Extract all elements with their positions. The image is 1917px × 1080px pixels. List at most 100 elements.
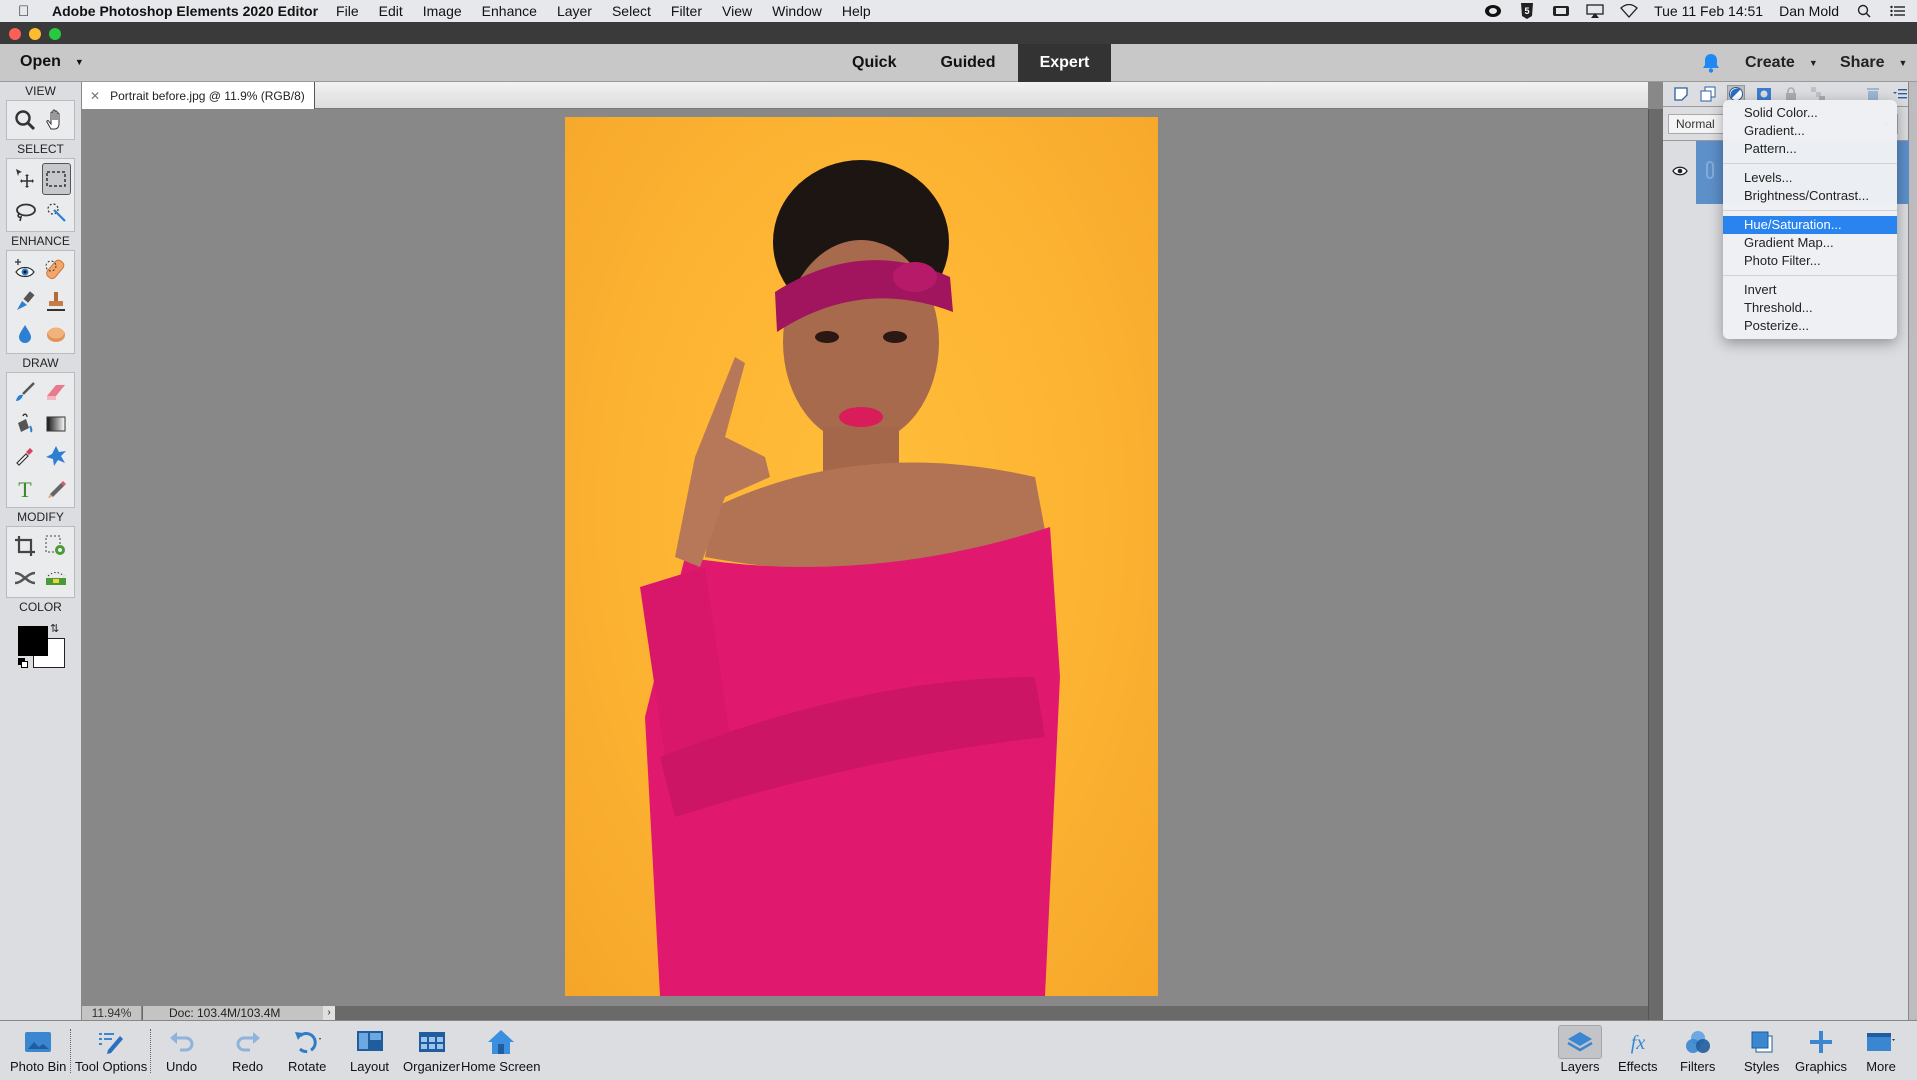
zoom-level[interactable]: 11.94% bbox=[82, 1006, 142, 1020]
rotate-button[interactable]: Rotate bbox=[288, 1025, 326, 1079]
custom-shape-tool[interactable] bbox=[41, 440, 73, 472]
minimize-window-button[interactable] bbox=[29, 28, 41, 40]
notification-center-icon[interactable] bbox=[1889, 4, 1907, 18]
spotlight-search-icon[interactable] bbox=[1855, 4, 1873, 18]
move-tool[interactable] bbox=[9, 162, 41, 194]
html5-icon[interactable]: 5 bbox=[1518, 3, 1536, 19]
portrait-photo[interactable] bbox=[565, 117, 1158, 996]
tab-expert[interactable]: Expert bbox=[1017, 44, 1112, 82]
menu-image[interactable]: Image bbox=[423, 3, 462, 19]
layout-label: Layout bbox=[350, 1059, 390, 1074]
open-button[interactable]: Open ▼ bbox=[20, 53, 84, 71]
sponge-tool[interactable] bbox=[41, 318, 73, 350]
rotate-label: Rotate bbox=[288, 1059, 327, 1074]
type-tool[interactable]: T bbox=[9, 472, 41, 504]
foreground-color-swatch[interactable] bbox=[18, 626, 48, 656]
menu-help[interactable]: Help bbox=[842, 3, 871, 19]
default-colors-icon[interactable] bbox=[18, 658, 28, 668]
gradient-tool[interactable] bbox=[41, 408, 73, 440]
menu-filter[interactable]: Filter bbox=[671, 3, 702, 19]
straighten-tool[interactable] bbox=[41, 562, 73, 594]
blur-tool[interactable] bbox=[9, 318, 41, 350]
spot-healing-brush-tool[interactable] bbox=[41, 254, 73, 286]
organizer-button[interactable]: Organizer bbox=[403, 1025, 460, 1079]
menu-item-brightness-contrast[interactable]: Brightness/Contrast... bbox=[1723, 187, 1897, 205]
modify-tools bbox=[6, 526, 75, 598]
document-tab[interactable]: ✕ Portrait before.jpg @ 11.9% (RGB/8) bbox=[82, 82, 315, 109]
open-label: Open bbox=[20, 53, 61, 70]
effects-button[interactable]: fx Effects bbox=[1618, 1025, 1658, 1079]
menu-layer[interactable]: Layer bbox=[557, 3, 592, 19]
menu-item-levels[interactable]: Levels... bbox=[1723, 169, 1897, 187]
menu-view[interactable]: View bbox=[722, 3, 752, 19]
airplay-icon[interactable] bbox=[1586, 4, 1604, 18]
wifi-icon[interactable] bbox=[1620, 4, 1639, 18]
menu-item-posterize[interactable]: Posterize... bbox=[1723, 317, 1897, 335]
creative-cloud-icon[interactable] bbox=[1484, 4, 1502, 18]
quick-selection-tool[interactable] bbox=[41, 196, 73, 228]
close-window-button[interactable] bbox=[9, 28, 21, 40]
menu-window[interactable]: Window bbox=[772, 3, 822, 19]
notification-bell-icon[interactable] bbox=[1702, 53, 1720, 73]
undo-button[interactable]: Undo bbox=[166, 1025, 197, 1079]
menu-enhance[interactable]: Enhance bbox=[482, 3, 537, 19]
visibility-eye-icon[interactable] bbox=[1672, 165, 1688, 177]
zoom-tool[interactable] bbox=[9, 104, 41, 136]
content-aware-move-tool[interactable] bbox=[9, 562, 41, 594]
crop-tool[interactable] bbox=[9, 530, 41, 562]
clock[interactable]: Tue 11 Feb 14:51 bbox=[1654, 3, 1763, 19]
battery-icon[interactable] bbox=[1552, 4, 1570, 18]
menu-item-gradient[interactable]: Gradient... bbox=[1723, 122, 1897, 140]
tab-guided[interactable]: Guided bbox=[918, 44, 1017, 82]
eraser-tool[interactable] bbox=[41, 376, 73, 408]
eyedropper-tool[interactable] bbox=[9, 440, 41, 472]
share-button[interactable]: Share ▼ bbox=[1840, 54, 1907, 72]
swap-colors-icon[interactable]: ⇅ bbox=[50, 622, 59, 635]
menu-item-photo-filter[interactable]: Photo Filter... bbox=[1723, 252, 1897, 270]
hand-tool[interactable] bbox=[41, 104, 73, 136]
user-name[interactable]: Dan Mold bbox=[1779, 3, 1839, 19]
home-screen-button[interactable]: Home Screen bbox=[461, 1025, 540, 1079]
menu-item-solid-color[interactable]: Solid Color... bbox=[1723, 104, 1897, 122]
canvas-vertical-scroll-strip[interactable] bbox=[1648, 109, 1663, 1020]
red-eye-tool[interactable] bbox=[9, 254, 41, 286]
close-tab-icon[interactable]: ✕ bbox=[90, 89, 100, 103]
pencil-tool[interactable] bbox=[41, 472, 73, 504]
menu-item-hue-saturation[interactable]: Hue/Saturation... bbox=[1723, 216, 1897, 234]
styles-button[interactable]: Styles bbox=[1744, 1025, 1779, 1079]
status-menu-arrow-icon[interactable]: › bbox=[323, 1006, 335, 1020]
layers-button[interactable]: Layers bbox=[1558, 1025, 1602, 1079]
menu-item-threshold[interactable]: Threshold... bbox=[1723, 299, 1897, 317]
lasso-tool[interactable] bbox=[9, 196, 41, 228]
more-button[interactable]: More bbox=[1866, 1025, 1896, 1079]
link-icon[interactable] bbox=[1706, 161, 1714, 179]
menu-edit[interactable]: Edit bbox=[379, 3, 403, 19]
rectangular-marquee-tool[interactable] bbox=[41, 163, 71, 195]
redo-button[interactable]: Redo bbox=[232, 1025, 263, 1079]
apple-icon[interactable]:  bbox=[18, 3, 38, 20]
menu-item-pattern[interactable]: Pattern... bbox=[1723, 140, 1897, 158]
zoom-window-button[interactable] bbox=[49, 28, 61, 40]
new-group-button[interactable] bbox=[1700, 85, 1716, 103]
create-button[interactable]: Create ▼ bbox=[1745, 54, 1818, 72]
menu-file[interactable]: File bbox=[336, 3, 359, 19]
photo-bin-button[interactable]: Photo Bin bbox=[10, 1025, 66, 1079]
tab-quick[interactable]: Quick bbox=[830, 44, 918, 82]
paint-bucket-tool[interactable] bbox=[9, 408, 41, 440]
brush-tool[interactable] bbox=[9, 376, 41, 408]
app-name-menu[interactable]: Adobe Photoshop Elements 2020 Editor bbox=[52, 3, 318, 19]
new-layer-button[interactable] bbox=[1673, 85, 1689, 103]
filters-button[interactable]: Filters bbox=[1680, 1025, 1715, 1079]
recompose-tool[interactable] bbox=[41, 530, 73, 562]
tool-options-button[interactable]: Tool Options bbox=[75, 1025, 147, 1079]
menu-select[interactable]: Select bbox=[612, 3, 651, 19]
clone-stamp-tool[interactable] bbox=[41, 286, 73, 318]
status-bar: 11.94% Doc: 103.4M/103.4M › bbox=[82, 1006, 1648, 1020]
canvas-area[interactable] bbox=[82, 109, 1648, 1006]
graphics-button[interactable]: Graphics bbox=[1795, 1025, 1847, 1079]
layout-button[interactable]: Layout bbox=[350, 1025, 389, 1079]
menu-item-gradient-map[interactable]: Gradient Map... bbox=[1723, 234, 1897, 252]
styles-label: Styles bbox=[1744, 1059, 1780, 1074]
smart-brush-tool[interactable] bbox=[9, 286, 41, 318]
menu-item-invert[interactable]: Invert bbox=[1723, 281, 1897, 299]
